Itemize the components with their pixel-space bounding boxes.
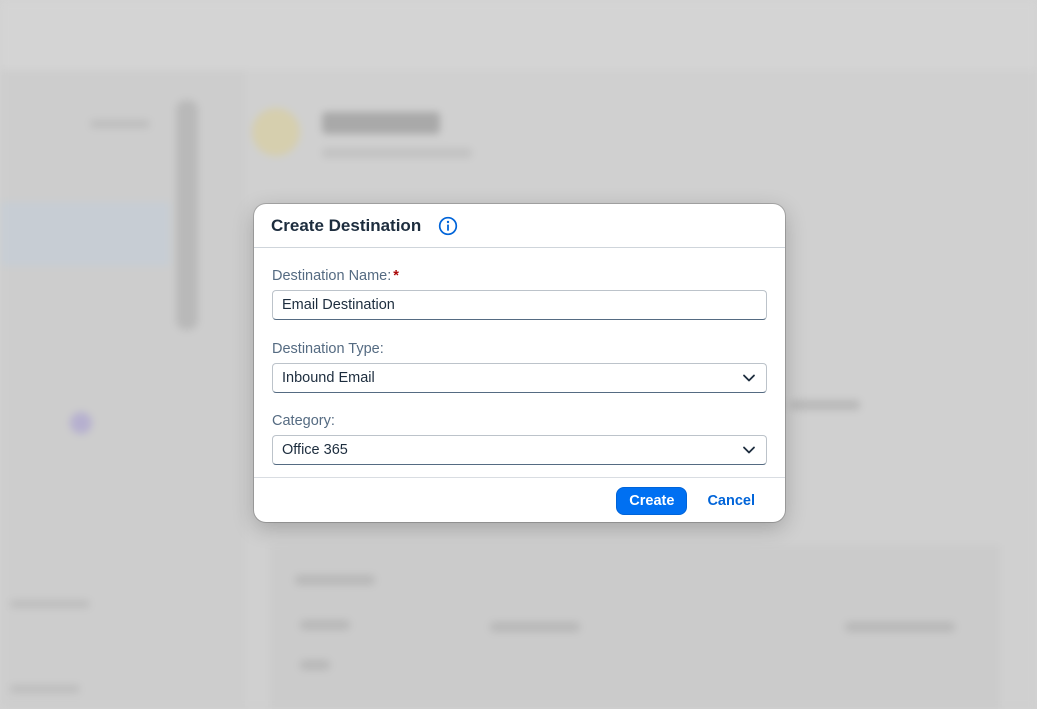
bg-scrollbar <box>176 100 198 330</box>
bg-text <box>790 400 860 410</box>
bg-table-cell <box>300 660 330 670</box>
bg-page-subtitle <box>322 148 472 158</box>
bg-table-cell <box>300 620 350 630</box>
create-button[interactable]: Create <box>616 486 688 515</box>
dialog-body: Destination Name: * Email Destination Des… <box>254 248 785 465</box>
bg-avatar <box>252 108 300 156</box>
destination-type-select[interactable]: Inbound Email <box>272 363 767 393</box>
dialog-title: Create Destination <box>271 215 422 235</box>
info-icon[interactable] <box>438 216 458 236</box>
dialog-footer: Create Cancel <box>254 477 785 522</box>
destination-type-label: Destination Type: <box>272 341 384 357</box>
cancel-button[interactable]: Cancel <box>699 487 763 515</box>
bg-sidebar-text <box>90 120 150 128</box>
bg-table-cell <box>845 622 955 632</box>
category-value: Office 365 <box>282 442 348 458</box>
required-marker: * <box>393 268 399 284</box>
create-destination-dialog: Create Destination Destination Name: * Em… <box>254 204 785 522</box>
bg-table-cell <box>295 575 375 585</box>
category-label: Category: <box>272 413 335 429</box>
bg-shell-bar <box>0 0 1037 70</box>
bg-sidebar <box>0 70 245 709</box>
destination-type-value: Inbound Email <box>282 370 375 386</box>
destination-name-field: Destination Name: * Email Destination <box>272 266 767 320</box>
bg-sidebar-selected-item <box>0 202 170 266</box>
destination-type-field: Destination Type: Inbound Email <box>272 339 767 393</box>
destination-name-input[interactable]: Email Destination <box>272 290 767 320</box>
destination-name-label: Destination Name: * <box>272 268 399 284</box>
chevron-down-icon[interactable] <box>742 372 756 384</box>
bg-sidebar-icon <box>70 412 92 434</box>
bg-table-cell <box>490 622 580 632</box>
bg-sidebar-text <box>10 600 90 608</box>
category-field: Category: Office 365 <box>272 411 767 465</box>
dialog-header: Create Destination <box>254 204 785 248</box>
bg-sidebar-text <box>10 685 80 693</box>
category-select[interactable]: Office 365 <box>272 435 767 465</box>
bg-page-title <box>322 112 440 134</box>
chevron-down-icon[interactable] <box>742 444 756 456</box>
